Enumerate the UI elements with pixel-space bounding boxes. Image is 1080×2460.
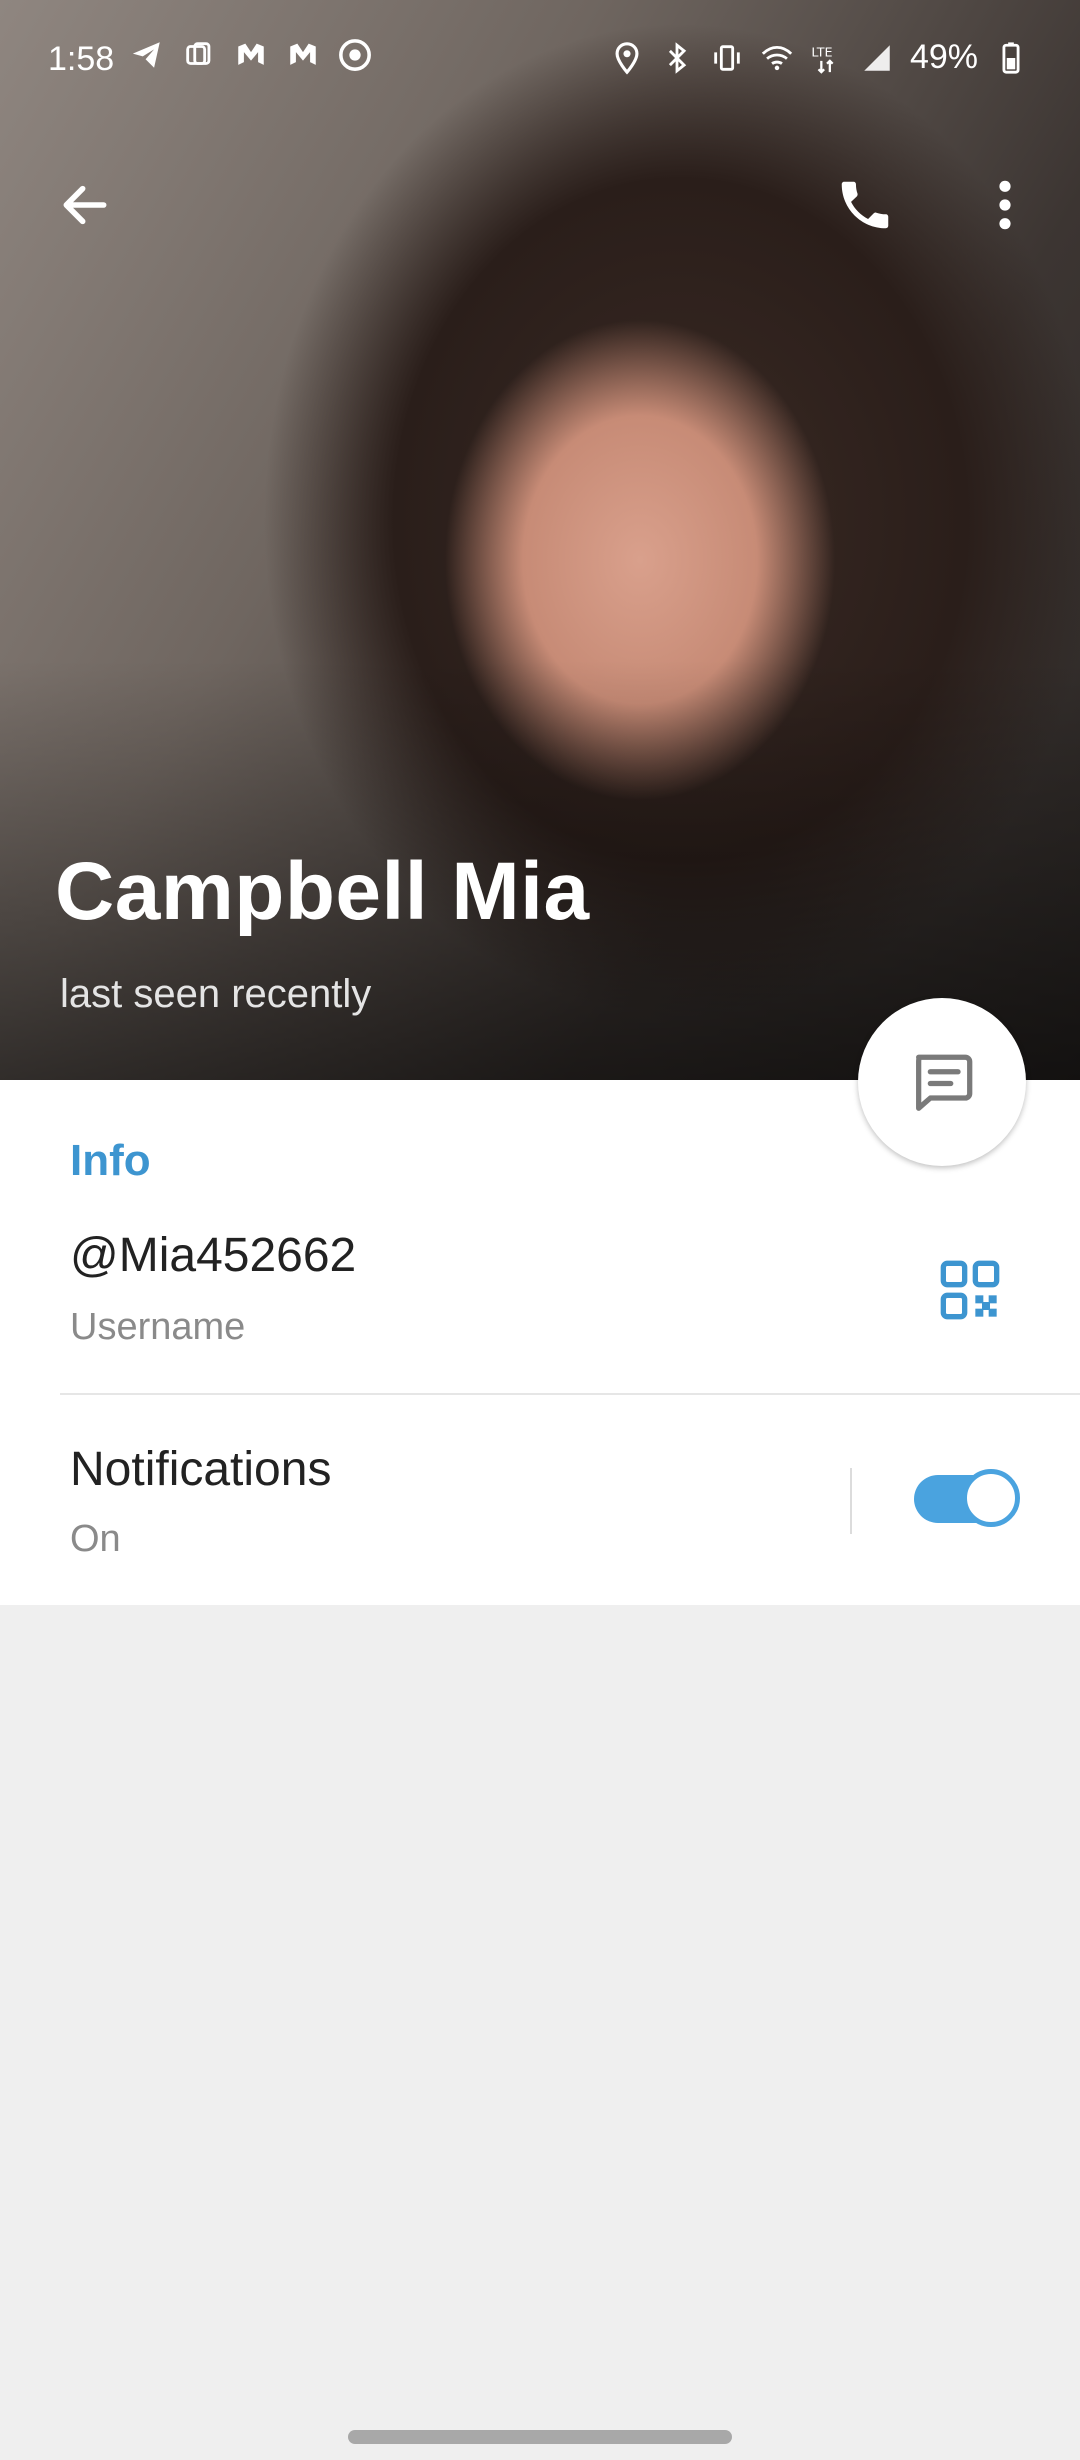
system-icons: LTE 49% — [610, 38, 1028, 77]
malwarebytes-icon — [234, 38, 268, 72]
qr-code-icon — [940, 1260, 1000, 1320]
vertical-separator — [850, 1468, 852, 1534]
battery-percent: 49% — [909, 38, 978, 76]
profile-last-seen: last seen recently — [60, 972, 372, 1016]
signal-icon — [860, 41, 894, 75]
location-icon — [610, 41, 644, 75]
phone-icon — [841, 181, 889, 229]
profile-name: Campbell Mia — [55, 846, 590, 937]
home-indicator[interactable] — [348, 2430, 732, 2444]
username-label: Username — [70, 1306, 246, 1348]
notifications-value: On — [70, 1518, 121, 1560]
qr-code-button[interactable] — [938, 1258, 1002, 1322]
send-message-button[interactable] — [858, 998, 1026, 1166]
more-options-button[interactable] — [970, 160, 1040, 250]
notification-icons — [130, 38, 372, 72]
malwarebytes-icon — [286, 38, 320, 72]
chrome-icon — [338, 38, 372, 72]
bluetooth-icon — [660, 41, 694, 75]
battery-icon — [994, 41, 1028, 75]
lte-icon: LTE — [810, 41, 844, 75]
section-title-info: Info — [70, 1136, 151, 1185]
notifications-label[interactable]: Notifications — [70, 1442, 331, 1497]
app-icon — [182, 38, 216, 72]
notifications-toggle[interactable] — [914, 1469, 1020, 1527]
more-vertical-icon — [999, 180, 1011, 230]
arrow-left-icon — [63, 185, 107, 225]
call-button[interactable] — [820, 160, 910, 250]
message-icon — [916, 1054, 973, 1111]
username-value[interactable]: @Mia452662 — [70, 1228, 356, 1283]
telegram-icon — [130, 38, 164, 72]
divider — [60, 1393, 1080, 1395]
back-button[interactable] — [40, 160, 130, 250]
status-bar: 1:58 LTE 49% — [0, 0, 1080, 120]
wifi-icon — [760, 41, 794, 75]
status-time: 1:58 — [48, 40, 115, 78]
toggle-knob — [962, 1469, 1020, 1527]
svg-text:LTE: LTE — [811, 45, 832, 60]
vibrate-icon — [710, 41, 744, 75]
